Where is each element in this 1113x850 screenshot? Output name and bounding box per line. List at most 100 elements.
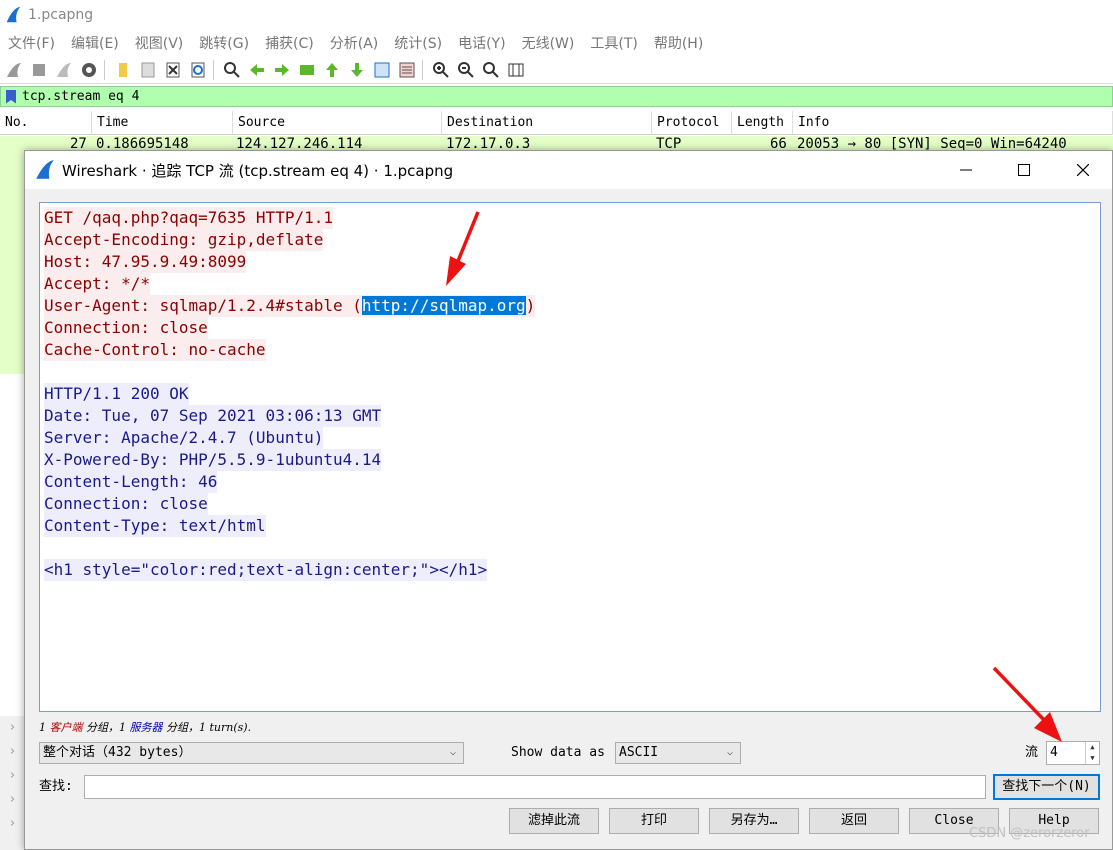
summary-text: 分组，1 turn(s).	[162, 721, 252, 734]
stream-line: <h1 style="color:red;text-align:center;"…	[44, 559, 1096, 581]
menu-bar: 文件(F) 编辑(E) 视图(V) 跳转(G) 捕获(C) 分析(A) 统计(S…	[0, 30, 1113, 56]
wireshark-fin-icon	[36, 160, 54, 179]
user-agent-suffix: )	[525, 296, 536, 315]
stream-number-value: 4	[1050, 745, 1058, 760]
close-file-icon[interactable]	[162, 59, 184, 81]
display-filter-bar[interactable]: tcp.stream eq 4	[0, 86, 1113, 107]
find-input[interactable]	[84, 775, 986, 799]
zoom-normal-icon[interactable]	[480, 59, 502, 81]
stream-content[interactable]: GET /qaq.php?qaq=7635 HTTP/1.1 Accept-En…	[39, 202, 1101, 712]
stream-line: Connection: close	[44, 317, 1096, 339]
toolbar-separator	[213, 59, 214, 80]
menu-file[interactable]: 文件(F)	[8, 33, 55, 53]
menu-go[interactable]: 跳转(G)	[199, 33, 249, 53]
menu-tools[interactable]: 工具(T)	[590, 33, 637, 53]
chevron-down-icon: ⌵	[726, 747, 734, 758]
spin-arrows-icon[interactable]: ▲ ▼	[1085, 742, 1099, 764]
minimize-button[interactable]	[943, 151, 989, 189]
column-info[interactable]: Info	[793, 111, 1113, 135]
stream-line: GET /qaq.php?qaq=7635 HTTP/1.1	[44, 207, 1096, 229]
go-to-packet-icon[interactable]	[296, 59, 318, 81]
expand-arrow-icon[interactable]: ›	[0, 764, 25, 788]
menu-analyze[interactable]: 分析(A)	[330, 33, 379, 53]
wireshark-fin-icon	[6, 6, 21, 23]
column-source[interactable]: Source	[233, 111, 442, 135]
open-file-icon[interactable]	[112, 59, 134, 81]
expand-arrow-icon[interactable]: ›	[0, 788, 25, 812]
client-text: User-Agent: sqlmap/1.2.4#stable (http://…	[44, 295, 536, 317]
dialog-title: Wireshark · 追踪 TCP 流 (tcp.stream eq 4) ·…	[62, 161, 454, 180]
restart-capture-icon[interactable]	[53, 59, 75, 81]
client-text: Connection: close	[44, 317, 208, 339]
packet-list-pane	[0, 154, 25, 374]
display-filter-text[interactable]: tcp.stream eq 4	[22, 89, 139, 104]
capture-options-icon[interactable]	[78, 59, 100, 81]
summary-text: 分组，1	[82, 721, 130, 734]
column-time[interactable]: Time	[92, 111, 233, 135]
toolbar-separator	[104, 59, 105, 80]
stream-line: User-Agent: sqlmap/1.2.4#stable (http://…	[44, 295, 1096, 317]
menu-capture[interactable]: 捕获(C)	[265, 33, 314, 53]
server-text: X-Powered-By: PHP/5.5.9-1ubuntu4.14	[44, 449, 382, 471]
menu-telephony[interactable]: 电话(Y)	[458, 33, 505, 53]
menu-edit[interactable]: 编辑(E)	[71, 33, 119, 53]
expand-arrow-icon[interactable]: ›	[0, 812, 25, 836]
stream-line: X-Powered-By: PHP/5.5.9-1ubuntu4.14	[44, 449, 1096, 471]
column-no[interactable]: No.	[0, 111, 92, 135]
annotation-arrow-icon	[992, 666, 1062, 742]
show-data-as-select[interactable]: ASCII ⌵	[615, 742, 741, 764]
last-packet-icon[interactable]	[346, 59, 368, 81]
maximize-button[interactable]	[1001, 151, 1047, 189]
zoom-in-icon[interactable]	[430, 59, 452, 81]
client-text: Accept-Encoding: gzip,deflate	[44, 229, 324, 251]
zoom-out-icon[interactable]	[455, 59, 477, 81]
conversation-select-value: 整个对话（432 bytes）	[43, 745, 192, 760]
print-button[interactable]: 打印	[609, 808, 699, 834]
filter-out-button[interactable]: 滤掉此流	[509, 808, 599, 834]
stop-capture-icon[interactable]	[28, 59, 50, 81]
client-text: GET /qaq.php?qaq=7635 HTTP/1.1	[44, 207, 333, 229]
go-back-icon[interactable]	[246, 59, 268, 81]
menu-help[interactable]: 帮助(H)	[654, 33, 703, 53]
client-text: Accept: */*	[44, 273, 150, 295]
find-next-button[interactable]: 查找下一个(N)	[993, 774, 1100, 800]
save-as-button[interactable]: 另存为…	[709, 808, 799, 834]
menu-view[interactable]: 视图(V)	[135, 33, 184, 53]
server-text: Connection: close	[44, 493, 208, 515]
menu-statistics[interactable]: 统计(S)	[394, 33, 442, 53]
client-text: Host: 47.95.9.49:8099	[44, 251, 247, 273]
expand-arrow-icon[interactable]: ›	[0, 740, 25, 764]
menu-wireless[interactable]: 无线(W)	[522, 33, 575, 53]
resize-columns-icon[interactable]	[505, 59, 527, 81]
stream-line: Cache-Control: no-cache	[44, 339, 1096, 361]
stream-line: HTTP/1.1 200 OK	[44, 383, 1096, 405]
selected-url-text[interactable]: http://sqlmap.org	[361, 296, 526, 315]
show-data-as-value: ASCII	[619, 745, 659, 760]
find-packet-icon[interactable]	[221, 59, 243, 81]
auto-scroll-icon[interactable]	[371, 59, 393, 81]
summary-text: 1	[39, 721, 50, 734]
column-destination[interactable]: Destination	[442, 111, 652, 135]
save-file-icon[interactable]	[137, 59, 159, 81]
start-capture-icon[interactable]	[3, 59, 25, 81]
close-icon	[1077, 164, 1089, 176]
column-length[interactable]: Length	[732, 111, 793, 135]
main-toolbar	[0, 56, 1113, 84]
bookmark-icon[interactable]	[6, 89, 16, 104]
column-protocol[interactable]: Protocol	[652, 111, 732, 135]
expand-arrow-icon[interactable]: ›	[0, 716, 25, 740]
maximize-icon	[1018, 164, 1030, 176]
server-text: HTTP/1.1 200 OK	[44, 383, 189, 405]
show-data-as-label: Show data as	[511, 745, 605, 760]
colorize-icon[interactable]	[396, 59, 418, 81]
annotation-arrow-icon	[446, 211, 480, 286]
close-window-button[interactable]	[1060, 151, 1106, 189]
stream-line: Content-Type: text/html	[44, 515, 1096, 537]
go-forward-icon[interactable]	[271, 59, 293, 81]
first-packet-icon[interactable]	[321, 59, 343, 81]
back-button[interactable]: 返回	[809, 808, 899, 834]
reload-file-icon[interactable]	[187, 59, 209, 81]
conversation-select[interactable]: 整个对话（432 bytes） ⌵	[39, 742, 464, 764]
main-window-title: 1.pcapng	[28, 7, 94, 23]
stream-line: Accept: */*	[44, 273, 1096, 295]
